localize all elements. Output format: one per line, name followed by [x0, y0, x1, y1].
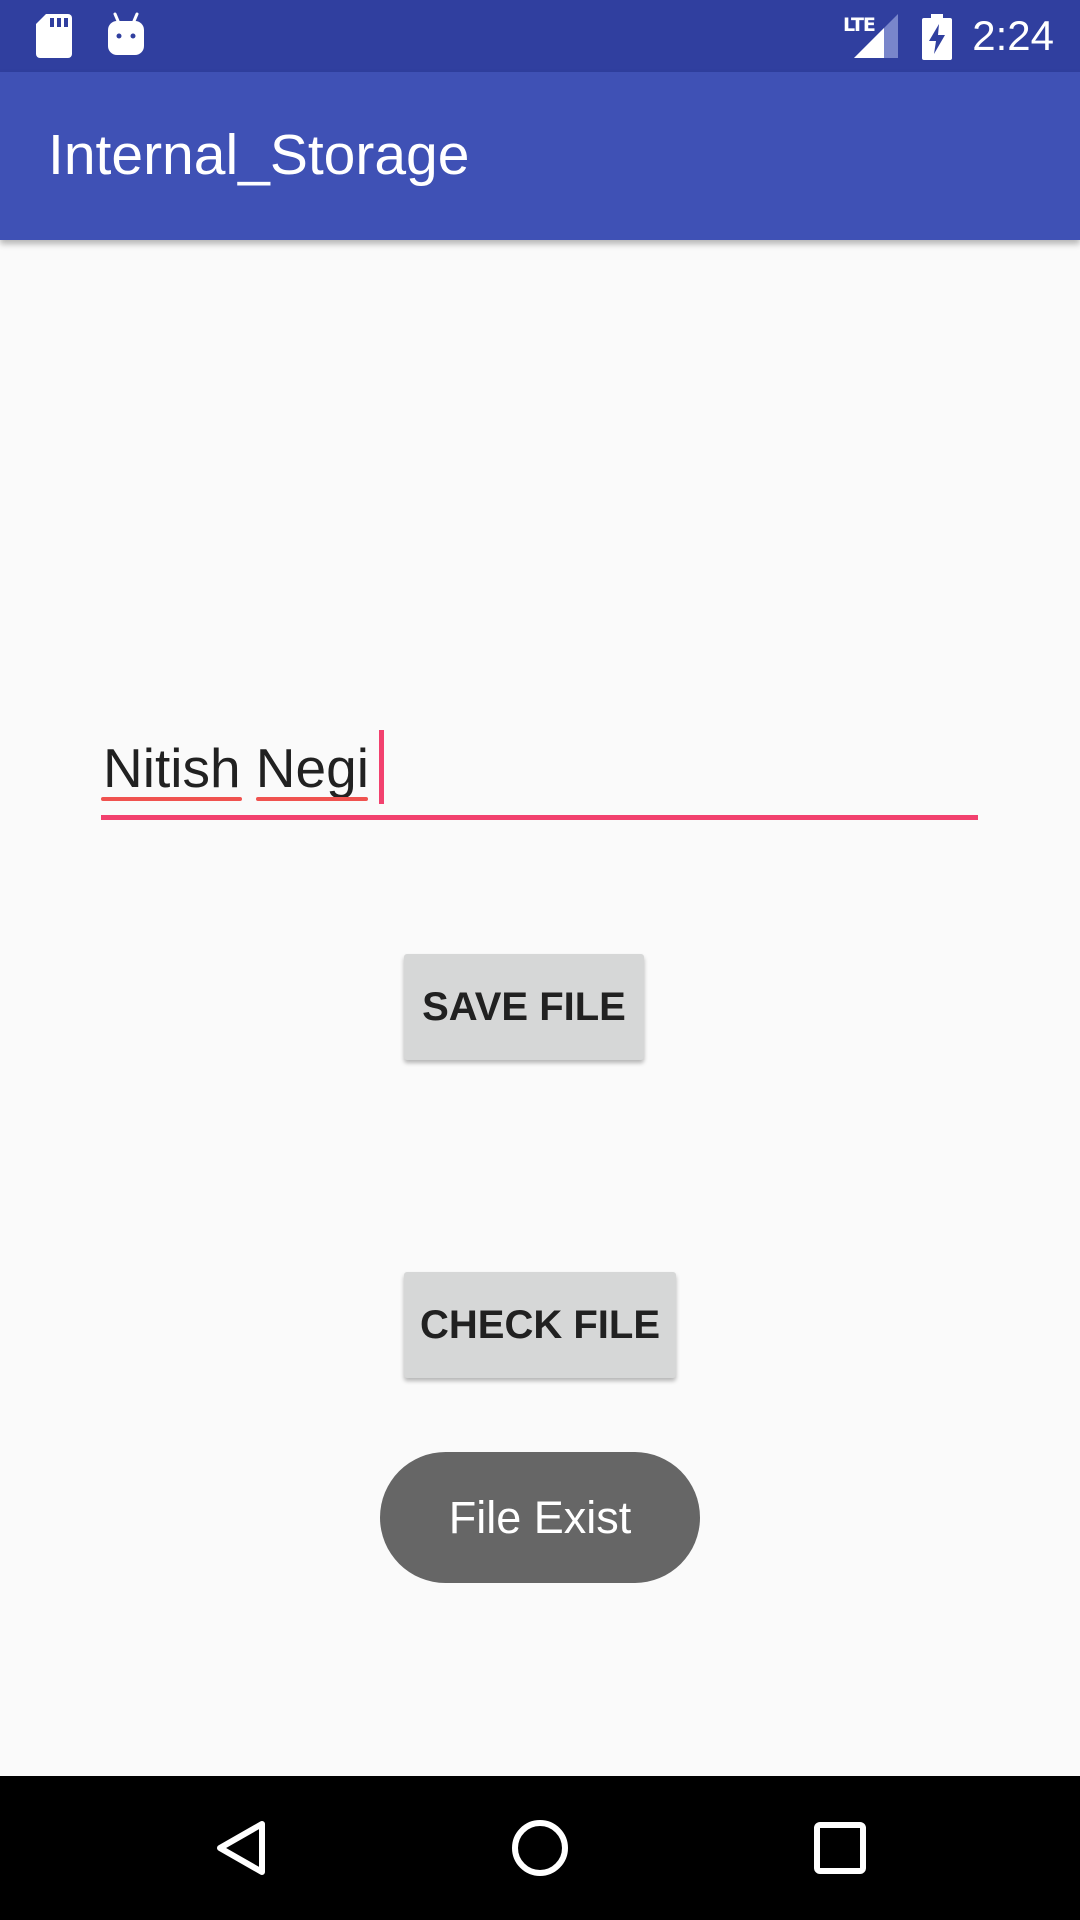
sd-card-icon	[36, 14, 72, 63]
navigation-bar	[0, 1776, 1080, 1920]
app-title: Internal_Storage	[48, 123, 470, 187]
text-input[interactable]: Nitish Negi	[101, 728, 978, 824]
toast-message: File Exist	[380, 1452, 700, 1583]
text-input-value: Nitish Negi	[103, 737, 369, 799]
spellcheck-underline	[101, 797, 242, 801]
home-button[interactable]	[460, 1776, 620, 1920]
spellcheck-underline	[256, 797, 368, 801]
android-icon	[106, 12, 146, 61]
app-bar: Internal_Storage	[0, 72, 1080, 240]
save-file-button[interactable]: SAVE FILE	[404, 954, 644, 1060]
status-time: 2:24	[972, 12, 1054, 59]
app-screen: LTE 2:24 Internal_Storage Nitish Negi SA…	[0, 0, 1080, 1920]
check-file-button[interactable]: CHECK FILE	[404, 1272, 676, 1378]
signal-icon	[854, 14, 898, 63]
back-button[interactable]	[160, 1776, 320, 1920]
status-bar: LTE 2:24	[0, 0, 1080, 72]
battery-charging-icon	[922, 14, 952, 65]
text-cursor	[379, 730, 384, 804]
recents-button[interactable]	[760, 1776, 920, 1920]
input-underline	[101, 815, 978, 820]
